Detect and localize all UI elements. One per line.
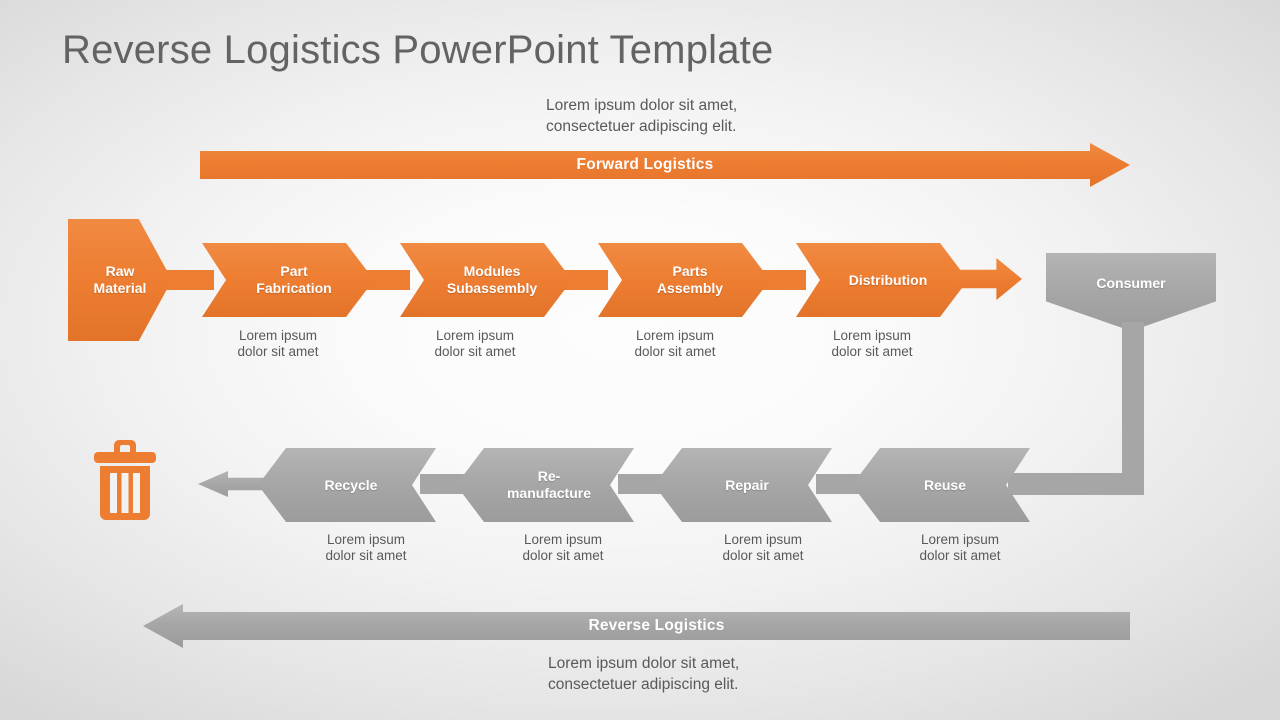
node-raw-material-label: Raw Material: [93, 263, 147, 296]
caption-part-fabrication: Lorem ipsum dolor sit amet: [237, 328, 319, 359]
connector-raw-to-part: [166, 270, 214, 290]
page-title: Reverse Logistics PowerPoint Template: [62, 28, 774, 72]
node-recycle[interactable]: Recycle: [258, 448, 436, 522]
trash-icon: [94, 440, 156, 520]
caption-reuse: Lorem ipsum dolor sit amet: [919, 532, 1001, 563]
node-repair-label: Repair: [725, 476, 769, 493]
node-parts-assembly[interactable]: Parts Assembly: [598, 243, 770, 317]
node-parts-assembly-label: Parts Assembly: [656, 263, 724, 296]
forward-logistics-banner[interactable]: Forward Logistics: [200, 143, 1130, 187]
forward-logistics-banner-label: Forward Logistics: [576, 156, 714, 173]
caption-repair: Lorem ipsum dolor sit amet: [722, 532, 804, 563]
node-consumer[interactable]: Consumer: [1046, 253, 1216, 331]
connector-consumer-vertical: [1122, 322, 1144, 485]
slide-canvas: Reverse Logistics PowerPoint Template Lo…: [0, 0, 1280, 720]
reverse-logistics-banner-label: Reverse Logistics: [588, 617, 725, 634]
caption-modules-subassembly: Lorem ipsum dolor sit amet: [434, 328, 516, 359]
node-reuse-label: Reuse: [923, 476, 967, 493]
node-part-fabrication-label: Part Fabrication: [256, 263, 332, 296]
node-consumer-label: Consumer: [1096, 275, 1166, 291]
connector-consumer-horizontal: [1008, 473, 1144, 495]
node-reuse[interactable]: Reuse: [852, 448, 1030, 522]
node-repair[interactable]: Repair: [654, 448, 832, 522]
node-recycle-label: Recycle: [324, 476, 378, 493]
arrow-to-consumer-icon: [958, 258, 1022, 300]
caption-remanufacture: Lorem ipsum dolor sit amet: [522, 532, 604, 563]
reverse-logistics-banner[interactable]: Reverse Logistics: [143, 604, 1130, 648]
caption-distribution: Lorem ipsum dolor sit amet: [831, 328, 913, 359]
node-remanufacture-label: Re- manufacture: [506, 468, 592, 501]
node-raw-material[interactable]: Raw Material: [68, 219, 172, 341]
forward-caption: Lorem ipsum dolor sit amet, consectetuer…: [546, 97, 738, 135]
node-distribution-label: Distribution: [848, 271, 928, 288]
node-remanufacture[interactable]: Re- manufacture: [456, 448, 634, 522]
node-distribution[interactable]: Distribution: [796, 243, 968, 317]
caption-parts-assembly: Lorem ipsum dolor sit amet: [634, 328, 716, 359]
caption-recycle: Lorem ipsum dolor sit amet: [325, 532, 407, 563]
node-modules-subassembly[interactable]: Modules Subassembly: [400, 243, 572, 317]
node-modules-subassembly-label: Modules Subassembly: [446, 263, 538, 296]
node-part-fabrication[interactable]: Part Fabrication: [202, 243, 374, 317]
reverse-caption: Lorem ipsum dolor sit amet, consectetuer…: [548, 655, 740, 693]
